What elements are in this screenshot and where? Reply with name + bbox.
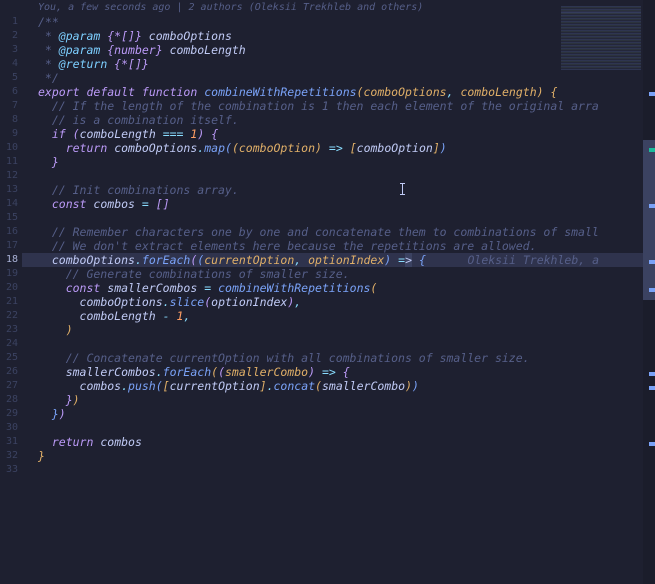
scrollbar-thumb[interactable]: [643, 140, 655, 300]
scrollbar-mark: [649, 148, 655, 152]
scrollbar-mark: [649, 260, 655, 264]
active-line[interactable]: comboOptions.forEach((currentOption, opt…: [22, 253, 655, 267]
editor[interactable]: 1234 5678 9101112 13141516 17181920 2122…: [0, 15, 655, 583]
scrollbar-mark: [649, 372, 655, 376]
vertical-scrollbar[interactable]: [643, 0, 655, 584]
line-number-gutter[interactable]: 1234 5678 9101112 13141516 17181920 2122…: [0, 15, 22, 583]
code-token: /**: [38, 15, 59, 29]
inline-blame: Oleksii Trekhleb, a: [467, 253, 599, 267]
blame-text: You, a few seconds ago | 2 authors (Olek…: [38, 2, 423, 13]
text-cursor-icon: [402, 183, 403, 195]
scrollbar-mark: [649, 288, 655, 292]
scrollbar-mark: [649, 204, 655, 208]
scrollbar-mark: [649, 92, 655, 96]
git-blame-header: You, a few seconds ago | 2 authors (Olek…: [0, 0, 655, 15]
code-area[interactable]: /** * @param {*[]} comboOptions * @param…: [22, 15, 655, 583]
scrollbar-mark: [649, 442, 655, 446]
scrollbar-mark: [649, 386, 655, 390]
